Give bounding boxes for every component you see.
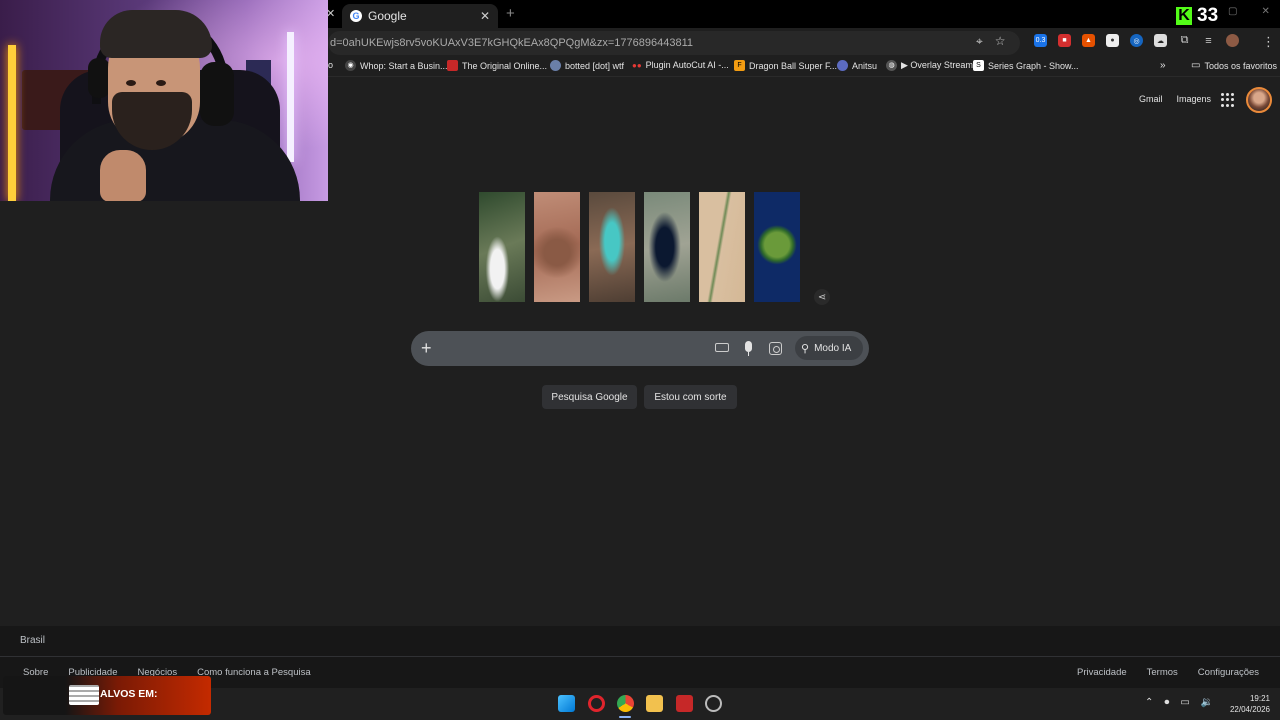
tab-google[interactable]: G Google ✕ <box>342 4 498 28</box>
all-favorites-button[interactable]: ▭ Todos os favoritos <box>1191 60 1277 71</box>
media-queue-icon[interactable]: ≡ <box>1202 34 1215 47</box>
location-icon[interactable]: ⌖ <box>976 34 983 49</box>
doodle-panel-lake <box>644 192 690 302</box>
active-app-indicator <box>619 716 631 718</box>
doodle-panel-desert <box>699 192 745 302</box>
footer-link-terms[interactable]: Termos <box>1147 667 1178 678</box>
bookmark-item[interactable]: botted [dot] wtf <box>550 60 624 71</box>
kick-logo-icon: K <box>1176 7 1192 25</box>
red-flag-icon <box>447 60 458 71</box>
folder-icon: ▭ <box>1191 60 1201 71</box>
tray-chevron-icon[interactable]: ⌃ <box>1145 697 1153 708</box>
app-red-icon[interactable] <box>676 695 693 712</box>
address-bar[interactable]: d=0ahUKEwjs8rv5voKUAxV3E7kGHQkEAx8QPQgM&… <box>328 31 1020 55</box>
feeling-lucky-button[interactable]: Estou com sorte <box>644 385 737 409</box>
keyboard-icon[interactable] <box>715 343 729 352</box>
system-tray: ⌃ ⏺ ▭ 🔉 <box>1145 697 1213 708</box>
microphone-stand <box>748 352 749 356</box>
clock-date: 22/04/2026 <box>1229 705 1270 714</box>
opera-icon[interactable] <box>588 695 605 712</box>
extension-blue-icon[interactable]: 0.3 <box>1034 34 1047 47</box>
bookmark-item[interactable]: o <box>328 60 333 70</box>
lens-icon[interactable] <box>769 342 782 355</box>
omnibox-icons: ⌖ ☆ <box>976 34 1006 49</box>
share-icon[interactable]: ⋖ <box>814 289 830 305</box>
doodle-panel-crater <box>534 192 580 302</box>
window-controls: ▢ ✕ <box>1228 6 1270 17</box>
footer-link-how-search-works[interactable]: Como funciona a Pesquisa <box>197 667 311 678</box>
f-icon: F <box>734 60 745 71</box>
extension-circle-icon[interactable]: ◎ <box>1130 34 1143 47</box>
footer-divider <box>0 656 1280 657</box>
extensions-puzzle-icon[interactable]: ⧉ <box>1178 34 1191 47</box>
doodle-panel-island <box>754 192 800 302</box>
images-link[interactable]: Imagens <box>1177 94 1212 104</box>
extension-cloud-icon[interactable]: ☁ <box>1154 34 1167 47</box>
bookmark-item[interactable]: Anitsu <box>837 60 877 71</box>
gmail-link[interactable]: Gmail <box>1139 94 1163 104</box>
footer-country: Brasil <box>20 635 46 646</box>
add-icon[interactable]: + <box>421 338 435 358</box>
doodle-panel-ice <box>479 192 525 302</box>
windows-start-icon[interactable] <box>558 695 575 712</box>
bookmark-item[interactable]: F Dragon Ball Super F... <box>734 60 837 71</box>
tray-volume-icon[interactable]: 🔉 <box>1201 697 1213 708</box>
app-gear-icon[interactable] <box>705 695 722 712</box>
google-search-button[interactable]: Pesquisa Google <box>542 385 637 409</box>
close-tab-icon[interactable]: ✕ <box>480 9 490 23</box>
bot-icon <box>550 60 561 71</box>
clock-time: 19:21 <box>1249 694 1270 703</box>
extension-white-icon[interactable]: ● <box>1106 34 1119 47</box>
browser-menu-icon[interactable]: ⋮ <box>1262 34 1275 50</box>
globe-icon: ◍ <box>886 60 897 71</box>
google-apps-icon[interactable] <box>1221 93 1235 107</box>
anime-icon <box>837 60 848 71</box>
bookmark-item[interactable]: ◉ Whop: Start a Busin... <box>345 60 448 71</box>
bookmark-item[interactable]: ●● Plugin AutoCut AI -... <box>632 60 729 70</box>
whop-icon: ◉ <box>345 60 356 71</box>
tab-title: Google <box>368 9 407 23</box>
bookmark-star-icon[interactable]: ☆ <box>995 34 1006 49</box>
footer-right-links: Privacidade Termos Configurações <box>1077 667 1259 678</box>
account-avatar[interactable] <box>1246 87 1272 113</box>
s-icon: S <box>973 60 984 71</box>
extension-red-icon[interactable]: ■ <box>1058 34 1071 47</box>
footer-link-privacy[interactable]: Privacidade <box>1077 667 1127 678</box>
close-window-icon[interactable]: ✕ <box>1261 6 1269 17</box>
google-top-links: Gmail Imagens <box>1139 94 1211 104</box>
microphone-icon[interactable] <box>745 341 752 352</box>
stream-overlay-logo <box>69 685 99 705</box>
doodle-panel-river <box>589 192 635 302</box>
bookmark-item[interactable]: S Series Graph - Show... <box>973 60 1079 71</box>
ai-mode-label: Modo IA <box>814 342 852 354</box>
chrome-icon[interactable] <box>617 695 634 712</box>
footer-link-settings[interactable]: Configurações <box>1198 667 1259 678</box>
extension-fox-icon[interactable]: ▲ <box>1082 34 1095 47</box>
google-favicon-icon: G <box>350 10 362 22</box>
google-doodle[interactable] <box>479 192 801 302</box>
url-text: d=0ahUKEwjs8rv5voKUAxV3E7kGHQkEAx8QPQgM&… <box>330 37 693 49</box>
profile-icon[interactable] <box>1226 34 1239 47</box>
kick-viewer-badge: K 33 <box>1176 4 1218 28</box>
viewer-count: 33 <box>1197 5 1219 26</box>
stream-overlay-text: ALVOS EM: <box>100 688 158 700</box>
tray-display-icon[interactable]: ▭ <box>1180 697 1189 708</box>
taskbar-clock[interactable]: 19:21 22/04/2026 <box>1226 693 1270 715</box>
bookmark-item[interactable]: The Original Online... <box>447 60 547 71</box>
new-tab-icon[interactable]: + <box>506 5 515 22</box>
file-explorer-icon[interactable] <box>646 695 663 712</box>
more-bookmarks-button[interactable]: » <box>1160 60 1166 71</box>
dots-icon: ●● <box>632 60 642 70</box>
search-input[interactable] <box>444 338 704 358</box>
webcam-overlay <box>0 0 328 201</box>
bookmark-item[interactable]: ◍ ▶ Overlay Stream <box>886 60 973 71</box>
restore-icon[interactable]: ▢ <box>1228 6 1237 17</box>
ai-mode-button[interactable]: ⚲ Modo IA <box>795 336 863 360</box>
extensions-bar: 0.3 ■ ▲ ● ◎ ☁ ⧉ ≡ <box>1034 34 1239 47</box>
sparkle-search-icon: ⚲ <box>801 342 810 355</box>
tray-mic-icon[interactable]: ⏺ <box>1164 697 1169 708</box>
